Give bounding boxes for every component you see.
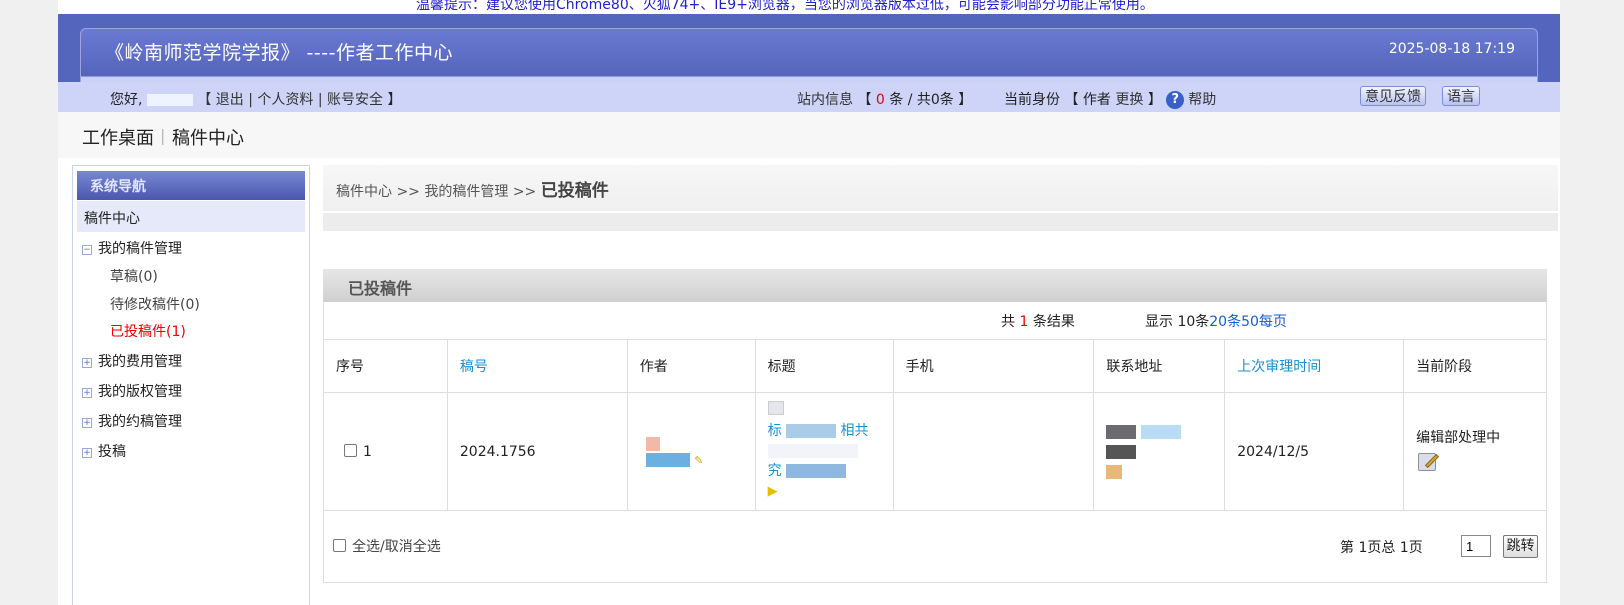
sidebar-group-fees[interactable]: + 我的费用管理 xyxy=(82,351,182,371)
site-title: 《岭南师范学院学报》 ----作者工作中心 xyxy=(105,42,453,64)
title-redacted xyxy=(767,444,858,458)
expand-icon[interactable]: + xyxy=(82,418,92,428)
header-index: 序号 xyxy=(323,339,448,393)
result-count: 共 1 条结果 xyxy=(1001,314,1075,330)
workspace-tab[interactable]: 工作桌面 xyxy=(82,124,154,150)
panel-title: 已投稿件 xyxy=(323,269,1547,302)
pencil-icon: ✎ xyxy=(694,453,704,467)
sidebar-heading: 系统导航 xyxy=(77,171,305,200)
header-phone: 手机 xyxy=(892,339,1095,393)
edit-icon[interactable] xyxy=(1416,451,1442,473)
address-redacted xyxy=(1106,464,1123,479)
title-redacted xyxy=(786,424,837,438)
header-stage: 当前阶段 xyxy=(1403,339,1547,393)
address-redacted xyxy=(1106,444,1137,459)
header-last-review[interactable]: 上次审理时间 xyxy=(1224,339,1405,393)
sidebar-item-manuscript-center[interactable]: 稿件中心 xyxy=(77,201,305,232)
sidebar-item-submitted[interactable]: 已投稿件(1) xyxy=(110,321,186,341)
document-icon xyxy=(767,401,784,415)
browser-notice: 温馨提示：建议您使用Chrome80、火狐74+、IE9+浏览器，当您的浏览器版… xyxy=(58,0,1560,14)
sidebar-item-pending-revision[interactable]: 待修改稿件(0) xyxy=(110,294,200,314)
page-size-20[interactable]: 20条 xyxy=(1209,314,1241,330)
page-size-selector: 显示 10条20条50每页 xyxy=(1145,311,1287,331)
cell-phone xyxy=(892,392,1095,511)
cell-title[interactable]: 标 相共 究 ▶ xyxy=(754,392,894,511)
author-redacted xyxy=(645,452,690,467)
header-author: 作者 xyxy=(626,339,756,393)
row-checkbox[interactable] xyxy=(344,443,357,457)
collapse-icon[interactable]: − xyxy=(82,245,92,255)
manuscript-center-tab[interactable]: 稿件中心 xyxy=(172,124,244,150)
breadcrumb-my-manuscripts[interactable]: 我的稿件管理 xyxy=(424,184,508,200)
cell-index: 1 xyxy=(323,392,448,511)
pager-info: 第 1页总 1页 xyxy=(1340,540,1423,556)
breadcrumb: 稿件中心 >> 我的稿件管理 >> 已投稿件 xyxy=(336,181,609,201)
sidebar-group-manuscripts[interactable]: − 我的稿件管理 xyxy=(82,238,182,258)
cell-last-review: 2024/12/5 xyxy=(1224,392,1405,511)
table-header-row: 序号 稿号 作者 标题 手机 联系地址 上次审理时间 当前阶段 xyxy=(323,339,1547,393)
expand-icon[interactable]: + xyxy=(82,358,92,368)
help-icon[interactable]: ? xyxy=(1166,91,1185,109)
select-all-checkbox[interactable] xyxy=(333,539,346,552)
header-manuscript-no[interactable]: 稿号 xyxy=(446,339,628,393)
user-greeting: 您好, 【 退出 | 个人资料 | 账号安全 】 xyxy=(110,92,402,108)
sidebar-item-drafts[interactable]: 草稿(0) xyxy=(110,266,158,286)
stage-text: 编辑部处理中 xyxy=(1416,429,1501,446)
profile-link[interactable]: | 个人资料 xyxy=(248,92,313,108)
table-row: 1 2024.1756 ✎ 标 相共 究 ▶ 2024/12/5 编辑部处理中 xyxy=(323,392,1547,511)
address-redacted xyxy=(1106,424,1137,439)
logout-link[interactable]: 【 退出 xyxy=(197,92,243,108)
cell-author[interactable]: ✎ xyxy=(626,392,756,511)
help-link[interactable]: 帮助 xyxy=(1188,92,1216,108)
feedback-button[interactable]: 意见反馈 xyxy=(1360,86,1426,106)
account-security-link[interactable]: | 账号安全 xyxy=(318,92,383,108)
cell-manuscript-no: 2024.1756 xyxy=(446,392,628,511)
current-identity: 当前身份 【 作者 更换 】 ? 帮助 xyxy=(1004,91,1217,109)
breadcrumb-current: 已投稿件 xyxy=(540,181,609,201)
address-redacted xyxy=(1140,424,1181,439)
cell-stage: 编辑部处理中 xyxy=(1403,392,1547,511)
subnav-separator: | xyxy=(160,126,166,145)
sidebar-group-copyright[interactable]: + 我的版权管理 xyxy=(82,381,182,401)
header-address: 联系地址 xyxy=(1093,339,1226,393)
top-subnav: 工作桌面 | 稿件中心 xyxy=(58,112,1560,158)
page-number-input[interactable] xyxy=(1461,535,1491,557)
breadcrumb-divider xyxy=(323,213,1558,231)
sidebar-group-invited[interactable]: + 我的约稿管理 xyxy=(82,411,182,431)
marker-icon: ▶ xyxy=(767,484,778,499)
site-messages: 站内信息 【 0 条 / 共0条 】 xyxy=(797,92,973,108)
manuscript-table: 序号 稿号 作者 标题 手机 联系地址 上次审理时间 当前阶段 1 2024.1… xyxy=(323,339,1547,511)
switch-identity-link[interactable]: 更换 xyxy=(1115,92,1143,108)
cell-address xyxy=(1093,392,1226,511)
page-size-50[interactable]: 50每页 xyxy=(1241,314,1287,330)
username-masked xyxy=(146,94,193,106)
unread-count: 0 xyxy=(875,92,885,108)
expand-icon[interactable]: + xyxy=(82,388,92,398)
expand-icon[interactable]: + xyxy=(82,448,92,458)
title-redacted xyxy=(786,464,847,478)
author-redacted xyxy=(645,436,660,451)
page-size-10[interactable]: 显示 10条 xyxy=(1145,314,1209,330)
messages-link[interactable]: 站内信息 xyxy=(797,92,853,108)
jump-button[interactable]: 跳转 xyxy=(1503,535,1538,558)
sidebar-group-submit[interactable]: + 投稿 xyxy=(82,441,126,461)
language-button[interactable]: 语言 xyxy=(1442,86,1480,106)
breadcrumb-manuscript-center[interactable]: 稿件中心 xyxy=(336,184,392,200)
header-title: 标题 xyxy=(754,339,894,393)
browser-notice-text: 温馨提示：建议您使用Chrome80、火狐74+、IE9+浏览器，当您的浏览器版… xyxy=(416,0,1154,13)
select-all[interactable]: 全选/取消全选 xyxy=(333,536,441,556)
current-datetime: 2025-08-18 17:19 xyxy=(1388,41,1515,57)
